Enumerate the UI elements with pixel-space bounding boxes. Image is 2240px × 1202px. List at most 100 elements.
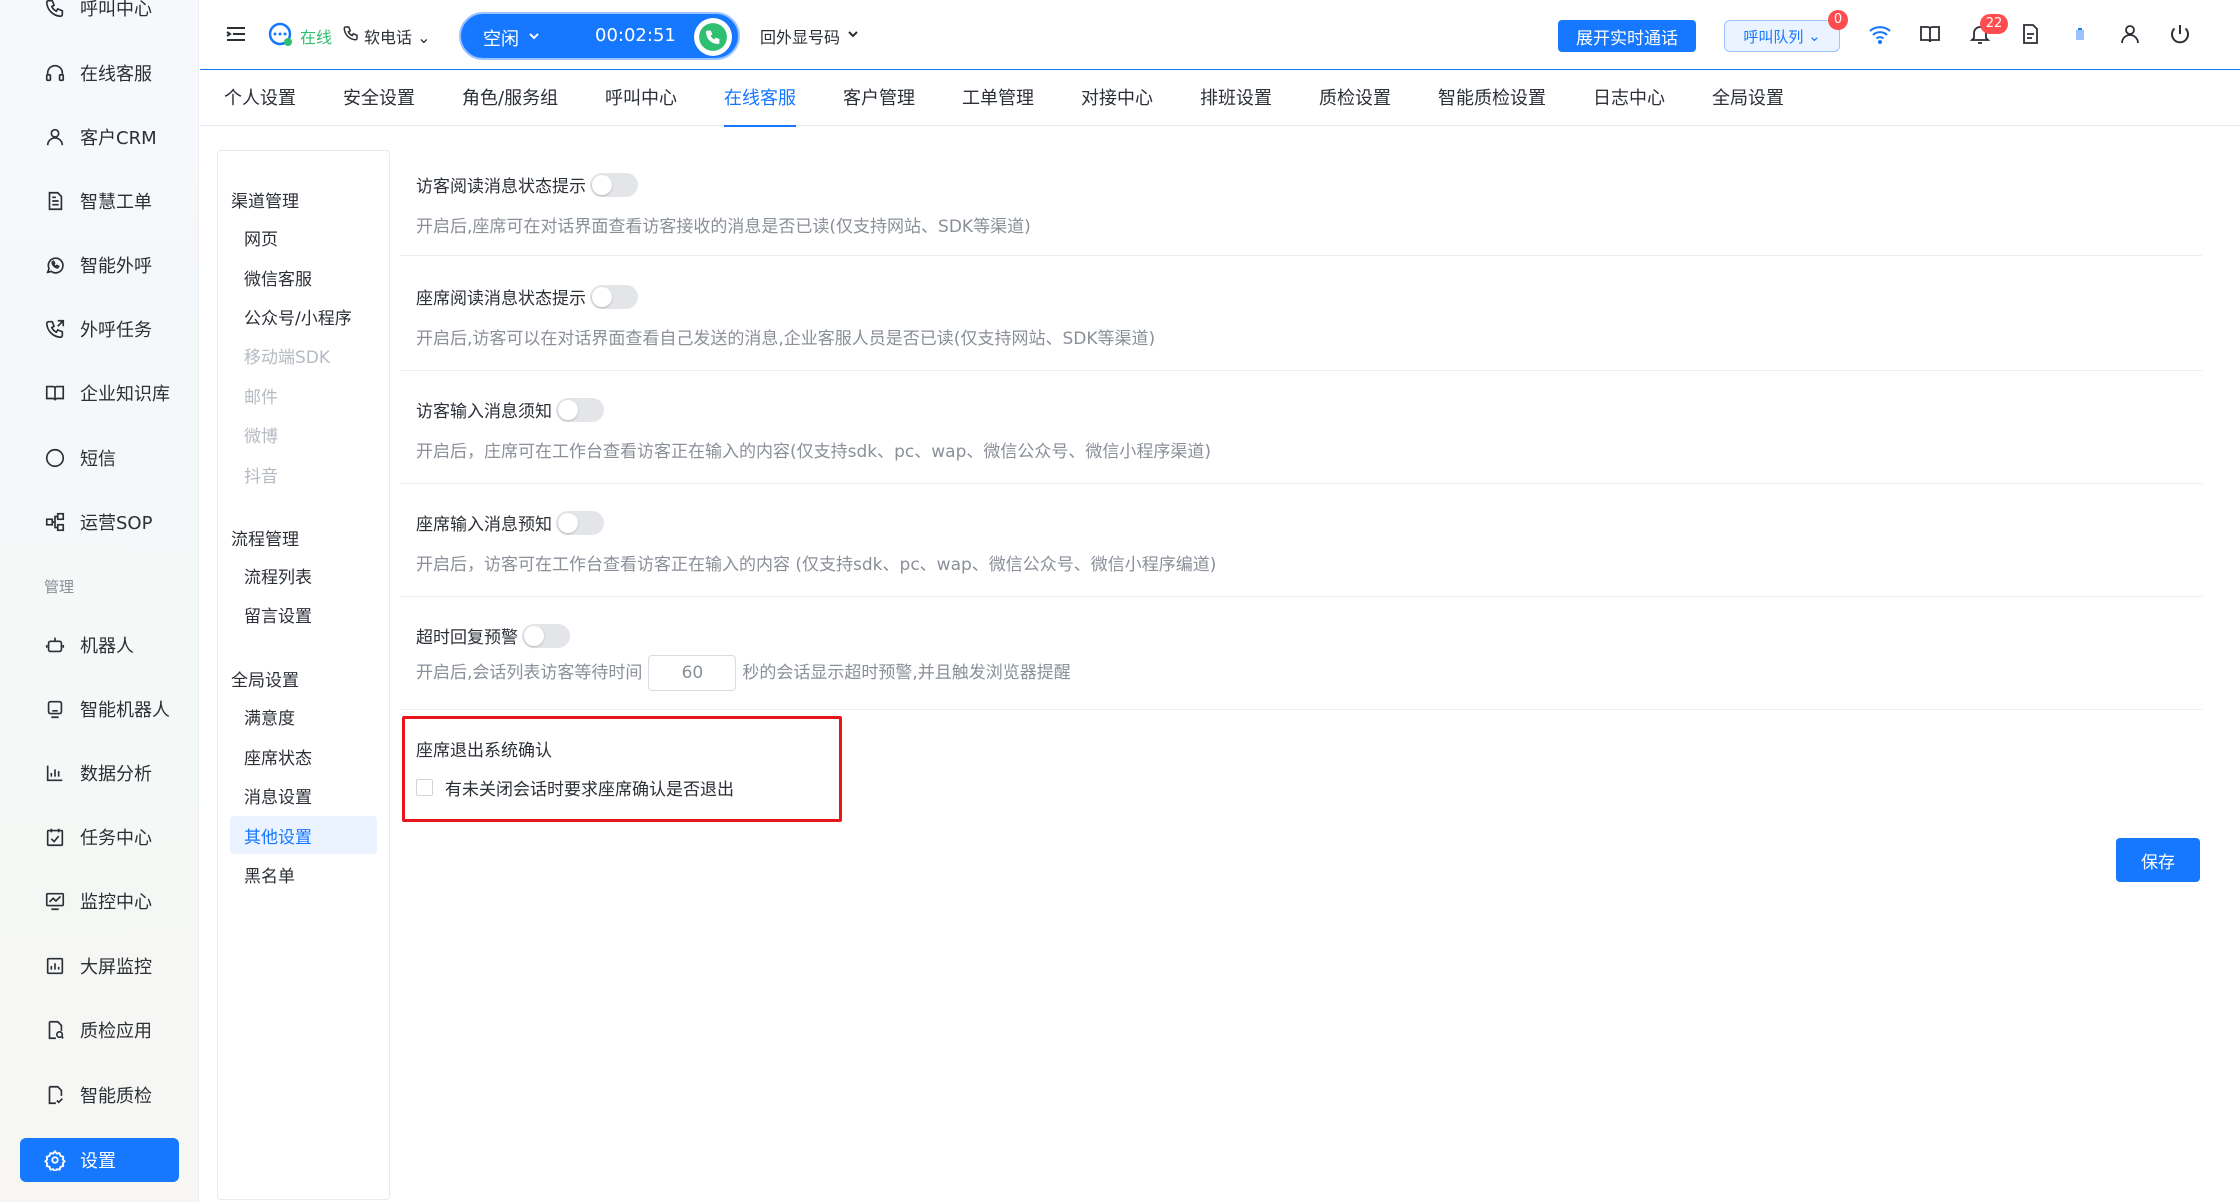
user-icon[interactable] bbox=[2118, 22, 2142, 46]
subnav-item-mp[interactable]: 公众号/小程序 bbox=[230, 297, 377, 335]
setting-visitor-read-status: 访客阅读消息状态提示 开启后,座席可在对话界面查看访客接收的消息是否已读(仅支持… bbox=[400, 150, 2202, 256]
sidebar-item-quality-app[interactable]: 质检应用 bbox=[20, 1008, 179, 1052]
subnav-item-blacklist[interactable]: 黑名单 bbox=[230, 855, 377, 893]
subnav-item-mobile-sdk: 移动端SDK bbox=[244, 347, 331, 368]
phone-outgoing-icon bbox=[44, 318, 66, 340]
tab-smart-quality[interactable]: 智能质检设置 bbox=[1438, 84, 1546, 110]
menu-toggle-icon[interactable] bbox=[224, 22, 248, 46]
sidebar-item-big-screen[interactable]: 大屏监控 bbox=[20, 944, 179, 988]
tab-personal[interactable]: 个人设置 bbox=[224, 84, 296, 110]
timeout-desc-after: 秒的会话显示超时预警,并且触发浏览器提醒 bbox=[742, 663, 1071, 683]
dashboard-icon bbox=[44, 955, 66, 977]
outbound-number-select[interactable]: 回外显号码 bbox=[760, 24, 840, 48]
setting-desc: 开启后,会话列表访客等待时间 60 秒的会话显示超时预警,并且触发浏览器提醒 bbox=[416, 655, 1071, 691]
timeout-seconds-input[interactable]: 60 bbox=[648, 655, 737, 691]
setting-desc: 开启后,访客可以在对话界面查看自己发送的消息,企业客服人员是否已读(仅支持网站、… bbox=[416, 329, 1156, 349]
tab-quality[interactable]: 质检设置 bbox=[1319, 84, 1391, 110]
sidebar-item-label: 客户CRM bbox=[80, 128, 157, 149]
tab-integration[interactable]: 对接中心 bbox=[1081, 84, 1153, 110]
call-state-label[interactable]: 空闲 bbox=[483, 25, 519, 51]
tab-security[interactable]: 安全设置 bbox=[343, 84, 415, 110]
expand-realtime-call-button[interactable]: 展开实时通话 bbox=[1558, 20, 1696, 52]
tab-work-order[interactable]: 工单管理 bbox=[962, 84, 1034, 110]
setting-desc: 开启后，庄席可在工作台查看访客正在输入的内容(仅支持sdk、pc、wap、微信公… bbox=[416, 442, 1212, 462]
subnav-item-message-settings[interactable]: 留言设置 bbox=[230, 595, 377, 633]
setting-title: 座席阅读消息状态提示 bbox=[416, 284, 638, 309]
setting-agent-read-status: 座席阅读消息状态提示 开启后,访客可以在对话界面查看自己发送的消息,企业客服人员… bbox=[400, 262, 2202, 371]
sidebar-item-monitor-center[interactable]: 监控中心 bbox=[20, 879, 179, 923]
sidebar-item-online-service[interactable]: 在线客服 bbox=[20, 51, 179, 95]
agent-read-status-toggle[interactable] bbox=[590, 284, 638, 309]
call-status-pill[interactable]: 空闲 00:02:51 bbox=[459, 12, 740, 60]
setting-title: 访客输入消息须知 bbox=[416, 397, 604, 422]
sidebar-item-outbound-task[interactable]: 外呼任务 bbox=[20, 307, 179, 351]
sidebar-item-label: 监控中心 bbox=[80, 892, 152, 913]
sidebar-item-smart-quality[interactable]: 智能质检 bbox=[20, 1073, 179, 1117]
top-bar: 在线 软电话 ⌄ 空闲 00:02:51 回外显号码 展开实时通话 呼叫队列 ⌄… bbox=[200, 0, 2240, 70]
sidebar-item-data-analysis[interactable]: 数据分析 bbox=[20, 751, 179, 795]
chevron-down-icon[interactable] bbox=[846, 26, 860, 40]
subnav-item-other-settings[interactable]: 其他设置 bbox=[230, 816, 377, 854]
sidebar-item-settings[interactable]: 设置 bbox=[20, 1138, 179, 1182]
clipboard-icon[interactable] bbox=[2018, 22, 2042, 46]
skin-icon[interactable] bbox=[2068, 22, 2092, 46]
bar-chart-icon bbox=[44, 762, 66, 784]
logout-confirm-checkbox[interactable] bbox=[416, 779, 433, 796]
tab-log-center[interactable]: 日志中心 bbox=[1593, 84, 1665, 110]
sidebar-item-call-center[interactable]: 呼叫中心 bbox=[20, 0, 179, 30]
tab-schedule[interactable]: 排班设置 bbox=[1200, 84, 1272, 110]
setting-title: 座席输入消息预知 bbox=[416, 510, 604, 535]
sidebar-item-sms[interactable]: 短信 bbox=[20, 436, 179, 480]
logout-confirm-label[interactable]: 有未关闭会话时要求座席确认是否退出 bbox=[445, 775, 734, 800]
tab-call-center[interactable]: 呼叫中心 bbox=[605, 84, 677, 110]
save-button[interactable]: 保存 bbox=[2116, 838, 2200, 882]
call-timer: 00:02:51 bbox=[595, 25, 676, 46]
queue-count-badge: 0 bbox=[1828, 10, 1848, 30]
online-status-icon[interactable] bbox=[268, 22, 294, 48]
user-icon bbox=[44, 126, 66, 148]
answer-call-button[interactable] bbox=[694, 18, 732, 56]
tab-online-service[interactable]: 在线客服 bbox=[724, 84, 796, 127]
sidebar-item-crm[interactable]: 客户CRM bbox=[20, 115, 179, 159]
sidebar-item-label: 智慧工单 bbox=[80, 192, 152, 213]
subnav-item-email: 邮件 bbox=[244, 387, 278, 408]
setting-desc: 开启后，访客可在工作台查看访客正在输入的内容 (仅支持sdk、pc、wap、微信… bbox=[416, 555, 1217, 575]
sidebar-item-task-center[interactable]: 任务中心 bbox=[20, 815, 179, 859]
logout-confirm-title: 座席退出系统确认 bbox=[416, 741, 552, 761]
document-icon bbox=[44, 190, 66, 212]
sidebar-item-knowledge[interactable]: 企业知识库 bbox=[20, 371, 179, 415]
timeout-warning-toggle[interactable] bbox=[522, 623, 570, 648]
tab-global[interactable]: 全局设置 bbox=[1712, 84, 1784, 110]
call-queue-button[interactable]: 呼叫队列 ⌄ bbox=[1724, 20, 1840, 52]
subnav-group-channel: 渠道管理 bbox=[231, 192, 299, 212]
wifi-icon[interactable] bbox=[1868, 22, 1892, 46]
sidebar-item-smart-robot[interactable]: 智能机器人 bbox=[20, 687, 179, 731]
visitor-read-status-toggle[interactable] bbox=[590, 172, 638, 197]
tab-roles[interactable]: 角色/服务组 bbox=[462, 84, 558, 110]
subnav-item-web[interactable]: 网页 bbox=[230, 218, 377, 256]
sidebar-item-label: 短信 bbox=[80, 449, 116, 470]
subnav-item-message-config[interactable]: 消息设置 bbox=[230, 776, 377, 814]
subnav-item-douyin: 抖音 bbox=[244, 466, 278, 487]
knowledge-book-icon[interactable] bbox=[1918, 22, 1942, 46]
visitor-typing-toggle[interactable] bbox=[556, 397, 604, 422]
subnav-item-agent-status[interactable]: 座席状态 bbox=[230, 737, 377, 775]
sidebar-item-robot[interactable]: 机器人 bbox=[20, 623, 179, 667]
power-icon[interactable] bbox=[2168, 22, 2192, 46]
subnav-item-wechat-service[interactable]: 微信客服 bbox=[230, 258, 377, 296]
sidebar-item-work-order[interactable]: 智慧工单 bbox=[20, 179, 179, 223]
whatsapp-icon bbox=[44, 254, 66, 276]
sidebar-item-label: 智能质检 bbox=[80, 1086, 152, 1107]
subnav-item-flow-list[interactable]: 流程列表 bbox=[230, 556, 377, 594]
setting-desc: 开启后,座席可在对话界面查看访客接收的消息是否已读(仅支持网站、SDK等渠道) bbox=[416, 217, 1031, 237]
sidebar-item-label: 在线客服 bbox=[80, 64, 152, 85]
online-status-label[interactable]: 在线 bbox=[300, 24, 332, 48]
sidebar-item-smart-outbound[interactable]: 智能外呼 bbox=[20, 243, 179, 287]
sidebar-item-sop[interactable]: 运营SOP bbox=[20, 500, 179, 544]
agent-typing-toggle[interactable] bbox=[556, 510, 604, 535]
subnav-item-satisfaction[interactable]: 满意度 bbox=[230, 697, 377, 735]
setting-title: 超时回复预警 bbox=[416, 623, 570, 648]
soft-phone-dropdown[interactable]: 软电话 ⌄ bbox=[364, 24, 431, 48]
logout-confirm-option[interactable]: 有未关闭会话时要求座席确认是否退出 bbox=[416, 775, 734, 800]
tab-customer[interactable]: 客户管理 bbox=[843, 84, 915, 110]
